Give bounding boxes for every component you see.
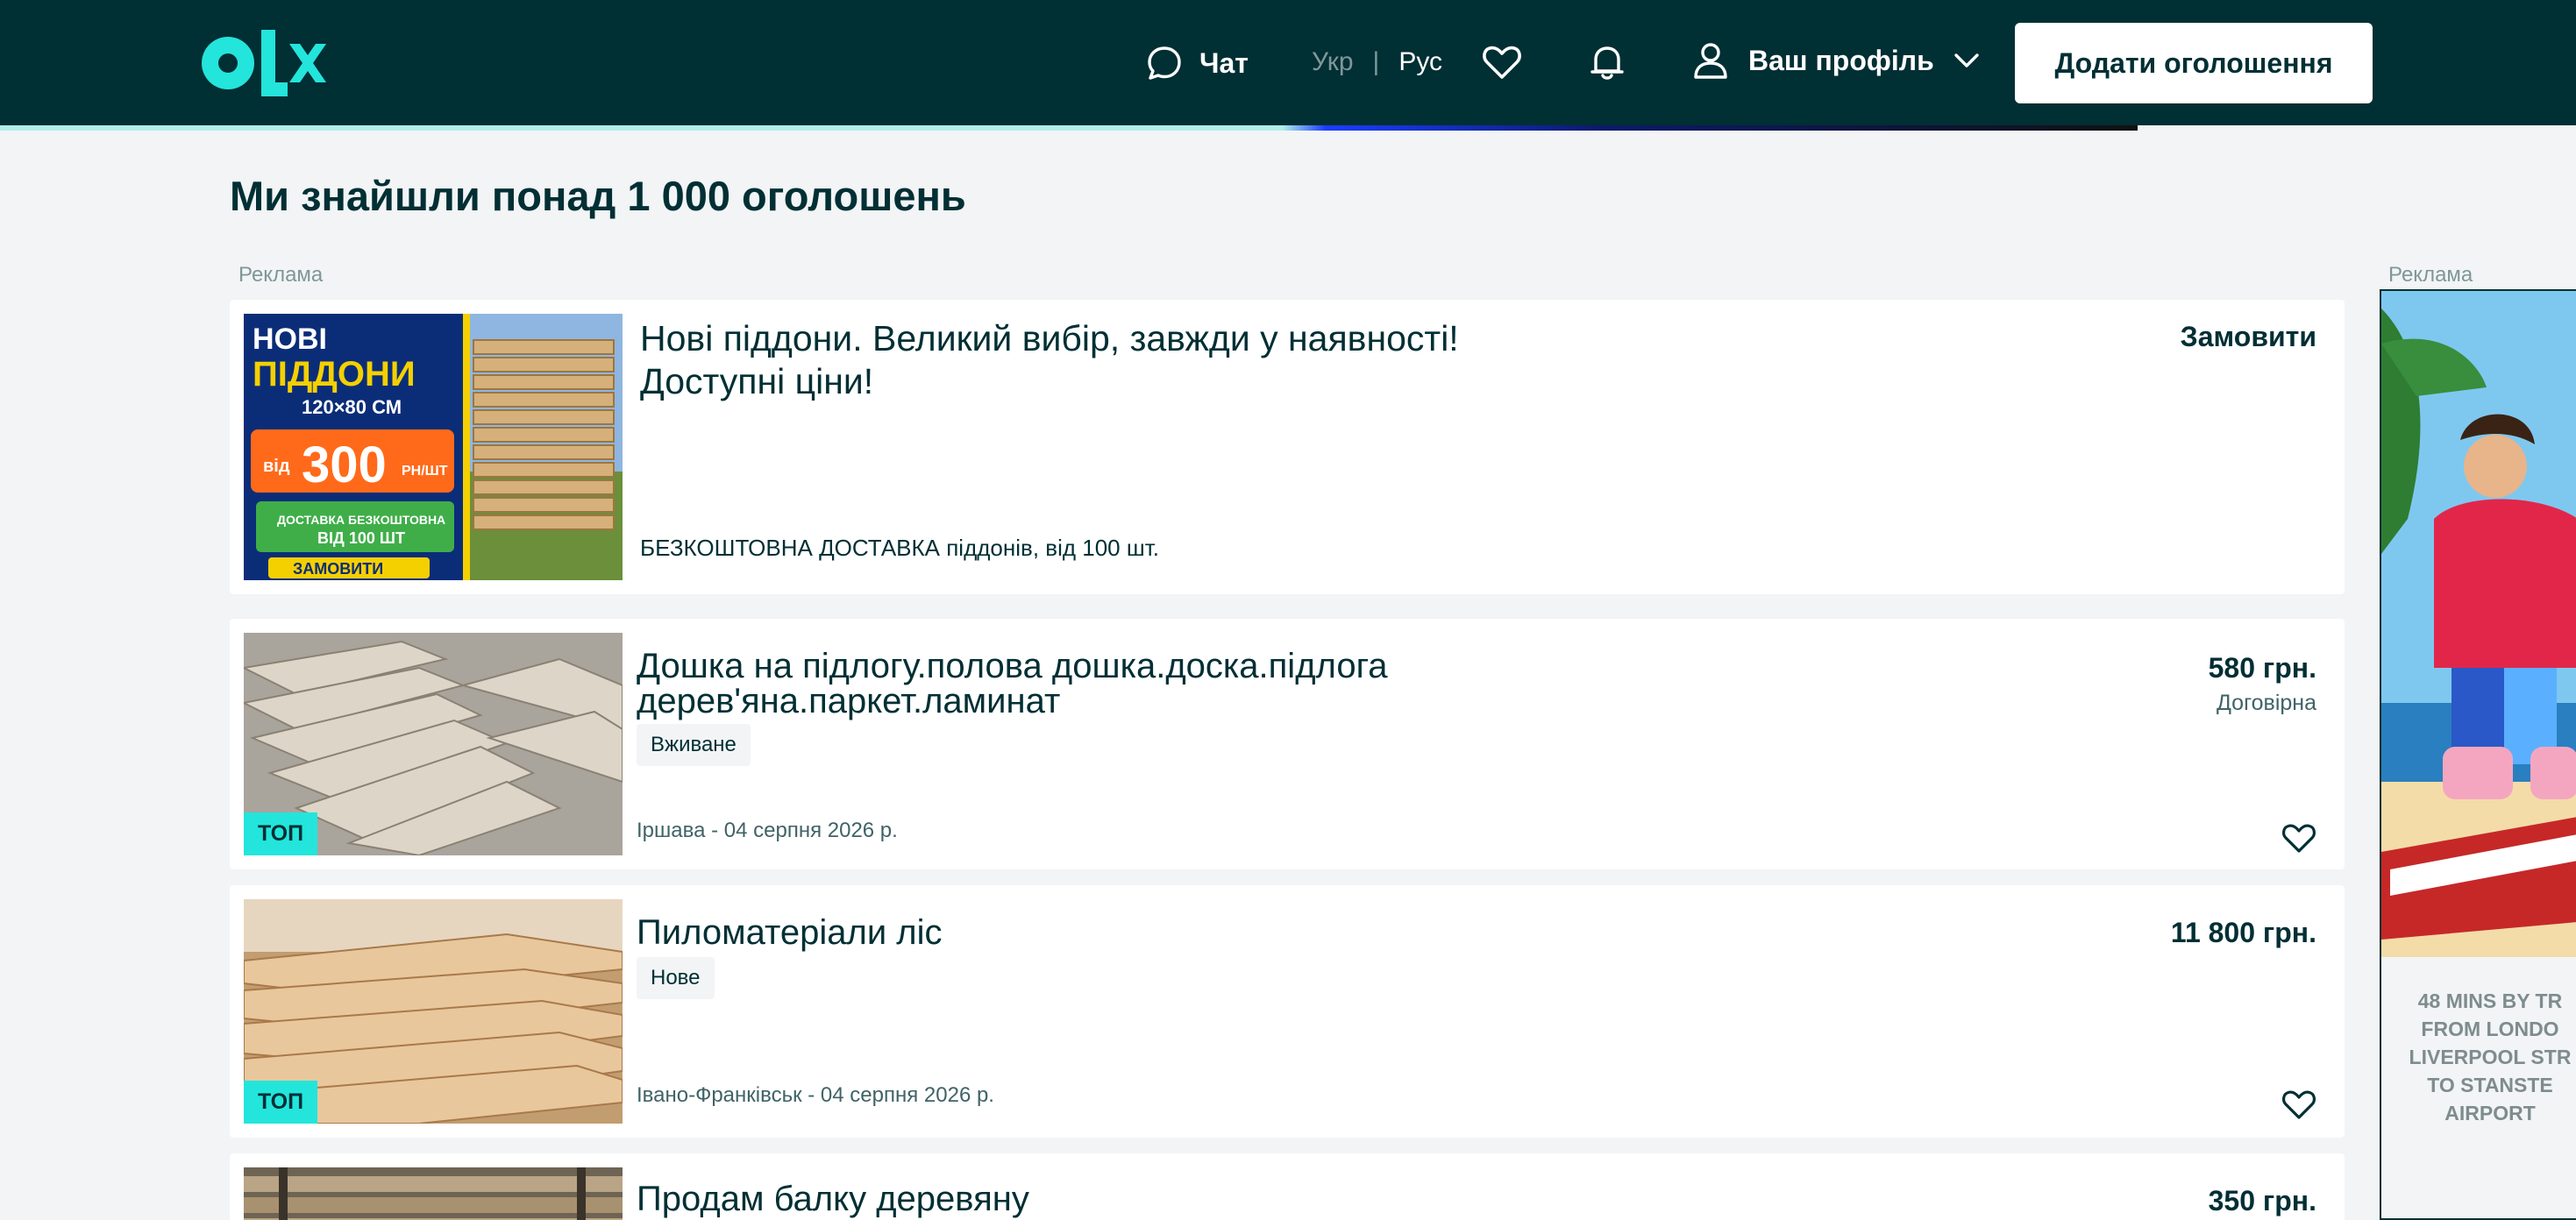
pallets-ad-banner[interactable]: НОВІ ПІДДОНИ 120×80 СМ від 300 РН/ШТ ДОС… bbox=[244, 314, 623, 580]
top-header: Чат Укр | Рус Ваш профіль Додати оголоше… bbox=[0, 0, 2576, 125]
banner-size: 120×80 СМ bbox=[302, 396, 402, 418]
banner-line1: НОВІ bbox=[253, 323, 327, 356]
promo-ad-title[interactable]: Нові піддони. Великий вибір, завжди у на… bbox=[640, 317, 1552, 403]
lang-ukr[interactable]: Укр bbox=[1312, 47, 1354, 77]
listing-card[interactable]: ТОП Пиломатеріали ліс Нове Івано-Франків… bbox=[230, 885, 2345, 1138]
favorites-heart-icon[interactable] bbox=[1482, 42, 1522, 82]
banner-price: 300 bbox=[302, 436, 387, 493]
language-switcher: Укр | Рус bbox=[1312, 47, 1442, 77]
side-ad-line5: AIRPORT bbox=[2444, 1102, 2536, 1124]
listing-price: 580 грн. bbox=[2208, 652, 2316, 684]
user-icon bbox=[1694, 43, 1727, 79]
side-ad-banner[interactable]: 48 MINS BY TR FROM LONDO LIVERPOOL STR T… bbox=[2380, 289, 2576, 1220]
wooden-beam-image bbox=[244, 1167, 623, 1220]
condition-badge: Нове bbox=[637, 957, 715, 999]
top-badge: ТОП bbox=[244, 1081, 318, 1124]
top-badge: ТОП bbox=[244, 812, 318, 855]
listing-title[interactable]: Пиломатеріали ліс bbox=[637, 915, 1513, 950]
side-ad-label: Реклама bbox=[2388, 263, 2473, 287]
listing-price: 11 800 грн. bbox=[2170, 917, 2316, 948]
side-ad-line3: LIVERPOOL STR bbox=[2409, 1046, 2572, 1068]
promo-ad-subtitle: БЕЗКОШТОВНА ДОСТАВКА піддонів, від 100 ш… bbox=[640, 535, 1159, 561]
chat-bubble-icon bbox=[1148, 46, 1181, 80]
profile-label: Ваш профіль bbox=[1748, 44, 1934, 76]
banner-unit: РН/ШТ bbox=[402, 464, 448, 479]
banner-button: ЗАМОВИТИ bbox=[293, 560, 383, 578]
listing-card[interactable]: Продам балку деревяну 350 грн. bbox=[230, 1153, 2345, 1220]
chat-link[interactable]: Чат bbox=[1145, 44, 1249, 82]
side-ad-line4: TO STANSTE bbox=[2427, 1074, 2553, 1096]
listing-thumbnail[interactable] bbox=[244, 1167, 623, 1220]
side-ad-image: 48 MINS BY TR FROM LONDO LIVERPOOL STR T… bbox=[2381, 291, 2576, 1218]
favorite-heart-icon[interactable] bbox=[2281, 1087, 2316, 1122]
olx-logo[interactable] bbox=[202, 28, 330, 98]
negotiable-label: Договірна bbox=[2216, 691, 2316, 715]
promo-ad-card[interactable]: НОВІ ПІДДОНИ 120×80 СМ від 300 РН/ШТ ДОС… bbox=[230, 300, 2345, 594]
banner-from: від bbox=[263, 457, 290, 476]
side-ad-line1: 48 MINS BY TR bbox=[2418, 989, 2563, 1012]
condition-badge: Вживане bbox=[637, 724, 751, 766]
order-button[interactable]: Замовити bbox=[2181, 321, 2316, 353]
listing-title[interactable]: Дошка на підлогу.полова дошка.доска.підл… bbox=[637, 649, 1513, 719]
location-date: Івано-Франківськ - 04 серпня 2026 р. bbox=[637, 1083, 994, 1107]
notifications-bell-icon[interactable] bbox=[1587, 42, 1627, 82]
banner-line2: ПІДДОНИ bbox=[253, 355, 416, 394]
profile-menu[interactable]: Ваш профіль bbox=[1690, 40, 1982, 81]
lang-separator: | bbox=[1372, 47, 1380, 76]
location-date: Іршава - 04 серпня 2026 р. bbox=[637, 819, 898, 842]
listing-card[interactable]: ТОП Дошка на підлогу.полова дошка.доска.… bbox=[230, 619, 2345, 869]
ad-label: Реклама bbox=[238, 263, 324, 287]
listing-thumbnail[interactable]: ТОП bbox=[244, 633, 623, 855]
chat-label: Чат bbox=[1199, 46, 1249, 79]
lang-rus[interactable]: Рус bbox=[1398, 47, 1442, 77]
favorite-heart-icon[interactable] bbox=[2281, 820, 2316, 855]
banner-delivery1: ДОСТАВКА БЕЗКОШТОВНА bbox=[277, 513, 445, 527]
listing-title[interactable]: Продам балку деревяну bbox=[637, 1181, 1513, 1216]
side-ad-line2: FROM LONDO bbox=[2421, 1018, 2558, 1040]
add-listing-button[interactable]: Додати оголошення bbox=[2015, 23, 2373, 103]
chevron-down-icon bbox=[1954, 53, 1979, 67]
pallets-banner-image: НОВІ ПІДДОНИ 120×80 СМ від 300 РН/ШТ ДОС… bbox=[244, 314, 623, 580]
header-banner-strip bbox=[0, 125, 2138, 131]
banner-delivery2: ВІД 100 ШТ bbox=[317, 529, 405, 547]
page-title: Ми знайшли понад 1 000 оголошень bbox=[230, 173, 966, 219]
listing-price: 350 грн. bbox=[2208, 1185, 2316, 1216]
listing-thumbnail[interactable]: ТОП bbox=[244, 899, 623, 1124]
